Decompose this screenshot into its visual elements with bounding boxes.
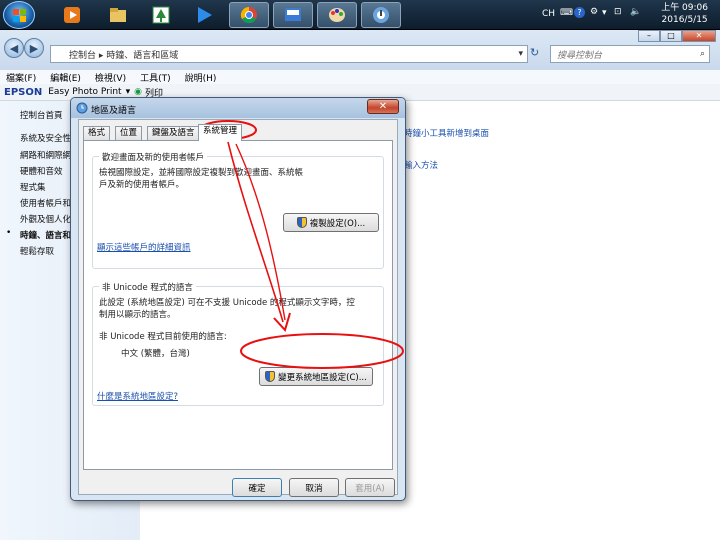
ime-settings-icon[interactable]: ⚙ <box>590 7 598 17</box>
what-is-system-locale-link[interactable]: 什麼是系統地區設定? <box>97 390 178 402</box>
keyboard-icon[interactable]: ⌨ <box>560 8 573 18</box>
window-close-button[interactable]: ✕ <box>682 30 716 42</box>
sidebar-item-clock-language[interactable]: 時鐘、語言和 <box>20 229 71 241</box>
chrome-taskbar-icon[interactable] <box>229 2 269 28</box>
windows-logo-icon <box>13 9 27 23</box>
epson-dropdown-icon[interactable]: ▾ <box>126 87 131 97</box>
dialog-body: 格式 位置 鍵盤及語言 系統管理 歡迎畫面及新的使用者帳戶 檢視國際設定，並將國… <box>78 119 398 497</box>
search-placeholder: 搜尋控制台 <box>557 50 603 61</box>
menu-edit[interactable]: 編輯(E) <box>50 71 81 84</box>
start-button[interactable] <box>3 1 35 29</box>
file-explorer-taskbar-icon[interactable] <box>100 2 136 28</box>
current-language-value: 中文 (繁體，台灣) <box>121 349 190 359</box>
input-method-link[interactable]: 輸入方法 <box>404 159 438 171</box>
tab-location[interactable]: 位置 <box>115 126 143 140</box>
add-clock-gadget-link[interactable]: 時鐘小工具新增到桌面 <box>404 127 489 139</box>
address-toolbar: – □ ✕ ◀ ▶ 控制台 ▸ 時鐘、語言和區域 ▾ ↻ 搜尋控制台 ⌕ <box>0 30 720 70</box>
non-unicode-group-title: 非 Unicode 程式的語言 <box>99 281 196 293</box>
cancel-button[interactable]: 取消 <box>289 478 339 497</box>
tab-formats[interactable]: 格式 <box>83 126 111 140</box>
tray-expand-icon[interactable]: ▾ <box>602 8 607 18</box>
epson-logo: EPSON <box>4 86 43 98</box>
tab-keyboards-languages[interactable]: 鍵盤及語言 <box>147 126 200 140</box>
system-tray: CH ⌨ ? ⚙ ▾ ⊡ 🔈 上午 09:06 2016/5/15 <box>520 0 720 30</box>
window-controls: – □ ✕ <box>638 30 716 42</box>
non-unicode-group: 非 Unicode 程式的語言 此設定 (系統地區設定) 可在不支援 Unico… <box>92 281 384 406</box>
dialog-title: 地區及語言 <box>91 106 137 116</box>
sidebar-item-programs[interactable]: 程式集 <box>20 181 46 193</box>
print-icon: ◉ <box>134 87 142 97</box>
tab-panel-administrative: 歡迎畫面及新的使用者帳戶 檢視國際設定，並將國際設定複製到歡迎畫面、系統帳戶及新… <box>83 140 393 470</box>
dialog-titlebar[interactable]: 地區及語言 ✕ <box>71 98 405 118</box>
menu-help[interactable]: 說明(H) <box>185 71 217 84</box>
region-language-dialog: 地區及語言 ✕ 格式 位置 鍵盤及語言 系統管理 歡迎畫面及新的使用者帳戶 檢視… <box>70 97 406 501</box>
uac-shield-icon <box>296 217 307 228</box>
uac-shield-icon <box>265 371 276 382</box>
sidebar-item-accessibility[interactable]: 輕鬆存取 <box>20 245 54 257</box>
menu-view[interactable]: 檢視(V) <box>95 71 126 84</box>
search-input[interactable]: 搜尋控制台 ⌕ <box>550 45 710 63</box>
dialog-close-button[interactable]: ✕ <box>367 99 399 114</box>
sidebar-item-network[interactable]: 網路和網際網 <box>20 149 71 161</box>
copy-settings-button[interactable]: 複製設定(O)... <box>283 213 379 232</box>
forward-button[interactable]: ▶ <box>24 38 44 58</box>
current-item-bullet-icon: • <box>6 228 12 238</box>
paint-taskbar-icon[interactable] <box>317 2 357 28</box>
address-dropdown-icon[interactable]: ▾ <box>518 49 523 59</box>
change-system-locale-label: 變更系統地區設定(C)... <box>278 372 367 383</box>
refresh-icon[interactable]: ↻ <box>530 46 539 59</box>
menu-bar: 檔案(F) 編輯(E) 檢視(V) 工具(T) 說明(H) <box>0 70 720 84</box>
language-indicator[interactable]: CH <box>542 9 555 19</box>
epson-app-button[interactable]: Easy Photo Print <box>48 87 121 97</box>
control-panel-taskbar-icon[interactable] <box>361 2 401 28</box>
welcome-screen-group: 歡迎畫面及新的使用者帳戶 檢視國際設定，並將國際設定複製到歡迎畫面、系統帳戶及新… <box>92 151 384 269</box>
menu-file[interactable]: 檔案(F) <box>6 71 36 84</box>
taskbar: CH ⌨ ? ⚙ ▾ ⊡ 🔈 上午 09:06 2016/5/15 <box>0 0 720 30</box>
copy-settings-label: 複製設定(O)... <box>309 218 366 229</box>
menu-tools[interactable]: 工具(T) <box>140 71 171 84</box>
help-icon[interactable]: ? <box>574 7 585 18</box>
reserved-accounts-link[interactable]: 顯示這些帳戶的詳細資訊 <box>97 241 191 253</box>
non-unicode-description: 此設定 (系統地區設定) 可在不支援 Unicode 的程式顯示文字時，控制用以… <box>99 298 355 320</box>
input-method-taskbar-icon[interactable] <box>273 2 313 28</box>
sidebar-item-security[interactable]: 系統及安全性 <box>20 132 71 144</box>
clock-date: 2016/5/15 <box>661 15 708 25</box>
network-icon[interactable]: ⊡ <box>614 7 622 17</box>
ok-button[interactable]: 確定 <box>232 478 282 497</box>
tab-administrative[interactable]: 系統管理 <box>198 124 243 141</box>
welcome-group-title: 歡迎畫面及新的使用者帳戶 <box>99 151 208 163</box>
minimize-button[interactable]: – <box>638 30 660 42</box>
clock-time: 上午 09:06 <box>661 3 708 13</box>
apply-button[interactable]: 套用(A) <box>345 478 395 497</box>
back-button[interactable]: ◀ <box>4 38 24 58</box>
sidebar-item-home[interactable]: 控制台首頁 <box>20 109 63 121</box>
current-language-label: 非 Unicode 程式目前使用的語言: <box>99 332 227 342</box>
address-bar[interactable]: 控制台 ▸ 時鐘、語言和區域 ▾ <box>50 45 528 63</box>
globe-clock-icon <box>76 102 88 114</box>
sidebar-item-hardware[interactable]: 硬體和音效 <box>20 165 63 177</box>
clock[interactable]: 上午 09:06 2016/5/15 <box>661 2 708 26</box>
media-player-taskbar-icon[interactable] <box>54 2 90 28</box>
welcome-description: 檢視國際設定，並將國際設定複製到歡迎畫面、系統帳戶及新的使用者帳戶。 <box>99 168 304 190</box>
change-system-locale-button[interactable]: 變更系統地區設定(C)... <box>259 367 373 386</box>
play-store-taskbar-icon[interactable] <box>186 2 222 28</box>
maximize-button[interactable]: □ <box>660 30 682 42</box>
search-icon: ⌕ <box>699 49 705 59</box>
breadcrumb: 控制台 ▸ 時鐘、語言和區域 <box>69 50 179 61</box>
sidebar-item-accounts[interactable]: 使用者帳戶和 <box>20 197 71 209</box>
sidebar-item-appearance[interactable]: 外觀及個人化 <box>20 213 71 225</box>
tree-app-taskbar-icon[interactable] <box>143 2 179 28</box>
volume-icon[interactable]: 🔈 <box>630 7 641 17</box>
